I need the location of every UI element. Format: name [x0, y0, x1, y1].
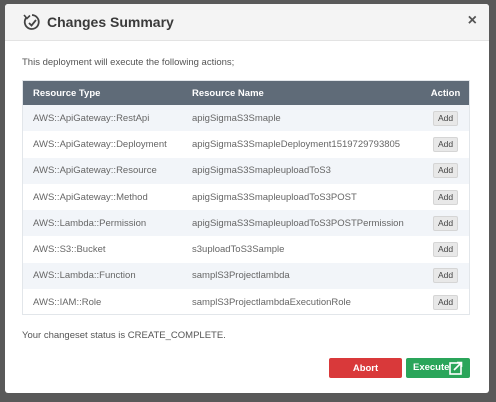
changes-summary-dialog: Changes Summary × This deployment will e…	[5, 4, 489, 394]
table-row: AWS::Lambda::Permission apigSigmaS3Smapl…	[23, 210, 469, 237]
dialog-title: Changes Summary	[47, 14, 174, 30]
add-action-badge[interactable]: Add	[432, 110, 459, 126]
resource-name-cell: s3uploadToS3Sample	[192, 244, 285, 256]
resource-type-cell: AWS::Lambda::Permission	[33, 217, 147, 229]
intro-text: This deployment will execute the followi…	[22, 57, 235, 68]
resource-type-cell: AWS::IAM::Role	[33, 296, 102, 308]
table-row: AWS::IAM::Role samplS3ProjectlambdaExecu…	[23, 289, 469, 314]
table-row: AWS::ApiGateway::RestApi apigSigmaS3Smap…	[23, 105, 469, 132]
table-row: AWS::ApiGateway::Deployment apigSigmaS3S…	[23, 131, 469, 158]
resource-name-cell: apigSigmaS3SmapleuploadToS3POST	[192, 191, 357, 203]
dialog-header: Changes Summary ×	[5, 4, 489, 41]
resource-type-cell: AWS::ApiGateway::Method	[33, 191, 148, 203]
resource-type-cell: AWS::S3::Bucket	[33, 244, 106, 256]
changeset-status-text: Your changeset status is CREATE_COMPLETE…	[22, 330, 226, 341]
resource-type-cell: AWS::ApiGateway::RestApi	[33, 112, 150, 124]
add-action-badge[interactable]: Add	[432, 242, 459, 258]
table-header-row: Resource Type Resource Name Action	[23, 81, 469, 105]
add-action-badge[interactable]: Add	[432, 268, 459, 284]
resource-name-cell: samplS3ProjectlambdaExecutionRole	[192, 296, 351, 308]
table-row: AWS::Lambda::Function samplS3Projectlamb…	[23, 262, 469, 290]
header-resource-type: Resource Type	[33, 87, 101, 99]
abort-changes-button[interactable]: Abort Changes	[329, 358, 402, 394]
resource-name-cell: apigSigmaS3Smaple	[192, 112, 281, 124]
changes-table: Resource Type Resource Name Action AWS::…	[22, 80, 470, 315]
resource-name-cell: samplS3Projectlambda	[192, 270, 290, 282]
resource-name-cell: apigSigmaS3SmapleuploadToS3	[192, 165, 331, 177]
resource-type-cell: AWS::ApiGateway::Resource	[33, 165, 157, 177]
add-action-badge[interactable]: Add	[432, 215, 459, 231]
header-resource-name: Resource Name	[192, 87, 264, 99]
execute-icon	[449, 361, 463, 375]
table-row: AWS::ApiGateway::Method apigSigmaS3Smapl…	[23, 183, 469, 211]
table-row: AWS::S3::Bucket s3uploadToS3Sample Add	[23, 236, 469, 263]
add-action-badge[interactable]: Add	[432, 136, 459, 152]
close-icon[interactable]: ×	[468, 12, 477, 30]
execute-button-label: Execute	[413, 362, 450, 373]
resource-type-cell: AWS::Lambda::Function	[33, 270, 136, 282]
resource-type-cell: AWS::ApiGateway::Deployment	[33, 138, 167, 150]
resource-name-cell: apigSigmaS3SmapleuploadToS3POSTPermissio…	[192, 217, 404, 229]
execute-button[interactable]: Execute	[406, 358, 470, 378]
add-action-badge[interactable]: Add	[432, 189, 459, 205]
add-action-badge[interactable]: Add	[432, 294, 459, 310]
table-row: AWS::ApiGateway::Resource apigSigmaS3Sma…	[23, 157, 469, 184]
resource-name-cell: apigSigmaS3SmapleDeployment1519729793805	[192, 138, 401, 150]
header-action: Action	[430, 87, 461, 99]
changes-summary-icon	[23, 14, 40, 30]
add-action-badge[interactable]: Add	[432, 163, 459, 179]
